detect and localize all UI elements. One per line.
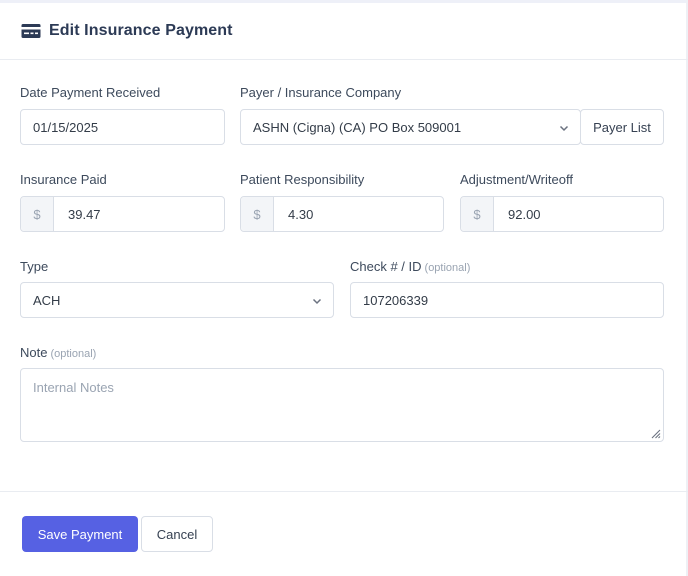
patient-responsibility-value: 4.30 bbox=[288, 206, 314, 222]
type-select[interactable]: ACH bbox=[20, 282, 334, 318]
note-textarea[interactable]: Internal Notes bbox=[20, 368, 664, 442]
type-label: Type bbox=[20, 259, 49, 274]
date-received-input[interactable]: 01/15/2025 bbox=[20, 109, 225, 145]
check-id-input[interactable]: 107206339 bbox=[350, 282, 664, 318]
cancel-button[interactable]: Cancel bbox=[141, 516, 213, 552]
payer-label: Payer / Insurance Company bbox=[240, 85, 402, 100]
note-placeholder: Internal Notes bbox=[33, 380, 114, 395]
modal-header: Edit Insurance Payment bbox=[0, 3, 688, 60]
currency-prefix: $ bbox=[461, 197, 494, 231]
chevron-down-icon bbox=[312, 298, 322, 305]
patient-responsibility-input[interactable]: $ 4.30 bbox=[240, 196, 444, 232]
insurance-paid-label: Insurance Paid bbox=[20, 172, 107, 187]
insurance-paid-input[interactable]: $ 39.47 bbox=[20, 196, 225, 232]
type-select-value: ACH bbox=[33, 292, 61, 308]
optional-hint: (optional) bbox=[424, 262, 471, 274]
payer-select[interactable]: ASHN (Cigna) (CA) PO Box 509001 bbox=[240, 109, 581, 145]
payer-list-button[interactable]: Payer List bbox=[580, 109, 664, 145]
resize-grip-icon[interactable] bbox=[649, 427, 661, 439]
adjustment-value: 92.00 bbox=[508, 206, 541, 222]
adjustment-label: Adjustment/Writeoff bbox=[460, 172, 573, 187]
date-received-label: Date Payment Received bbox=[20, 85, 161, 100]
modal-title: Edit Insurance Payment bbox=[49, 22, 233, 39]
footer-divider bbox=[0, 491, 688, 492]
payer-select-value: ASHN (Cigna) (CA) PO Box 509001 bbox=[253, 119, 462, 135]
note-label: Note (optional) bbox=[20, 345, 96, 360]
patient-responsibility-label: Patient Responsibility bbox=[240, 172, 365, 187]
currency-prefix: $ bbox=[241, 197, 274, 231]
insurance-paid-value: 39.47 bbox=[68, 206, 101, 222]
note-label-text: Note bbox=[20, 345, 48, 360]
check-id-label-text: Check # / ID bbox=[350, 259, 422, 274]
save-payment-button[interactable]: Save Payment bbox=[22, 516, 138, 552]
currency-prefix: $ bbox=[21, 197, 54, 231]
credit-card-icon bbox=[21, 21, 41, 41]
adjustment-input[interactable]: $ 92.00 bbox=[460, 196, 664, 232]
chevron-down-icon bbox=[559, 125, 569, 132]
check-id-label: Check # / ID (optional) bbox=[350, 259, 470, 274]
optional-hint: (optional) bbox=[50, 348, 97, 360]
